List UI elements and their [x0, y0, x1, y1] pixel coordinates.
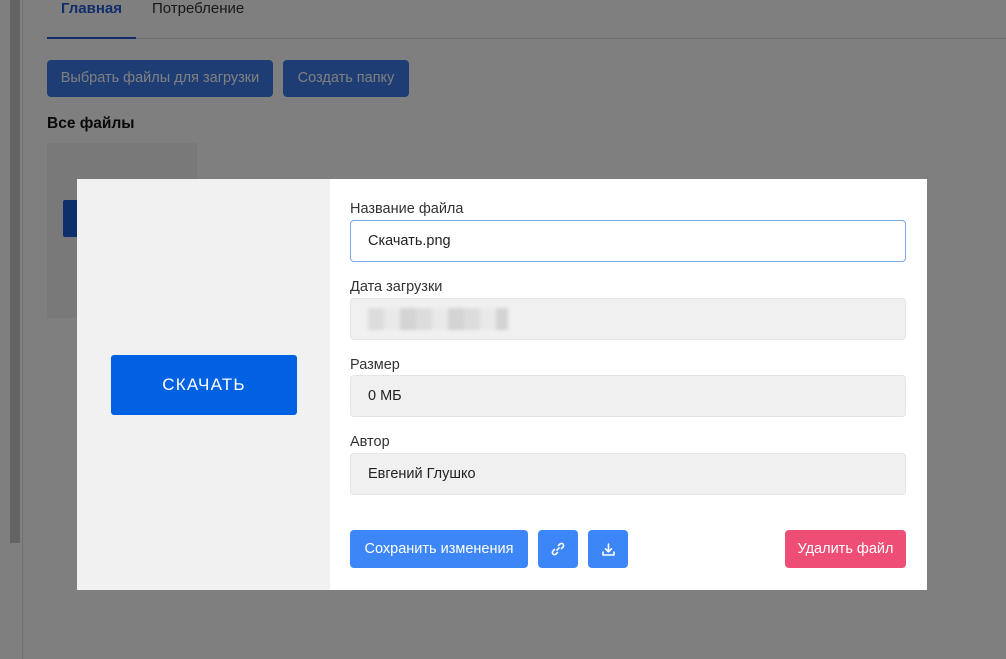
upload-date-field: [350, 298, 906, 340]
upload-date-label: Дата загрузки: [350, 279, 443, 295]
file-preview: СКАЧАТЬ: [77, 179, 330, 590]
download-button[interactable]: [588, 530, 628, 568]
size-field: 0 МБ: [350, 375, 906, 417]
file-details-modal: СКАЧАТЬ Название файла Дата загрузки Раз…: [77, 179, 927, 590]
download-icon: [601, 541, 616, 557]
redacted-date: [368, 308, 508, 330]
filename-label: Название файла: [350, 201, 464, 217]
save-changes-button[interactable]: Сохранить изменения: [350, 530, 528, 568]
link-icon: [551, 541, 565, 557]
size-label: Размер: [350, 357, 400, 373]
copy-link-button[interactable]: [538, 530, 578, 568]
author-field: Евгений Глушко: [350, 453, 906, 495]
preview-download-button[interactable]: СКАЧАТЬ: [111, 355, 297, 415]
filename-input[interactable]: [350, 220, 906, 262]
author-label: Автор: [350, 434, 390, 450]
delete-file-button[interactable]: Удалить файл: [785, 530, 906, 568]
